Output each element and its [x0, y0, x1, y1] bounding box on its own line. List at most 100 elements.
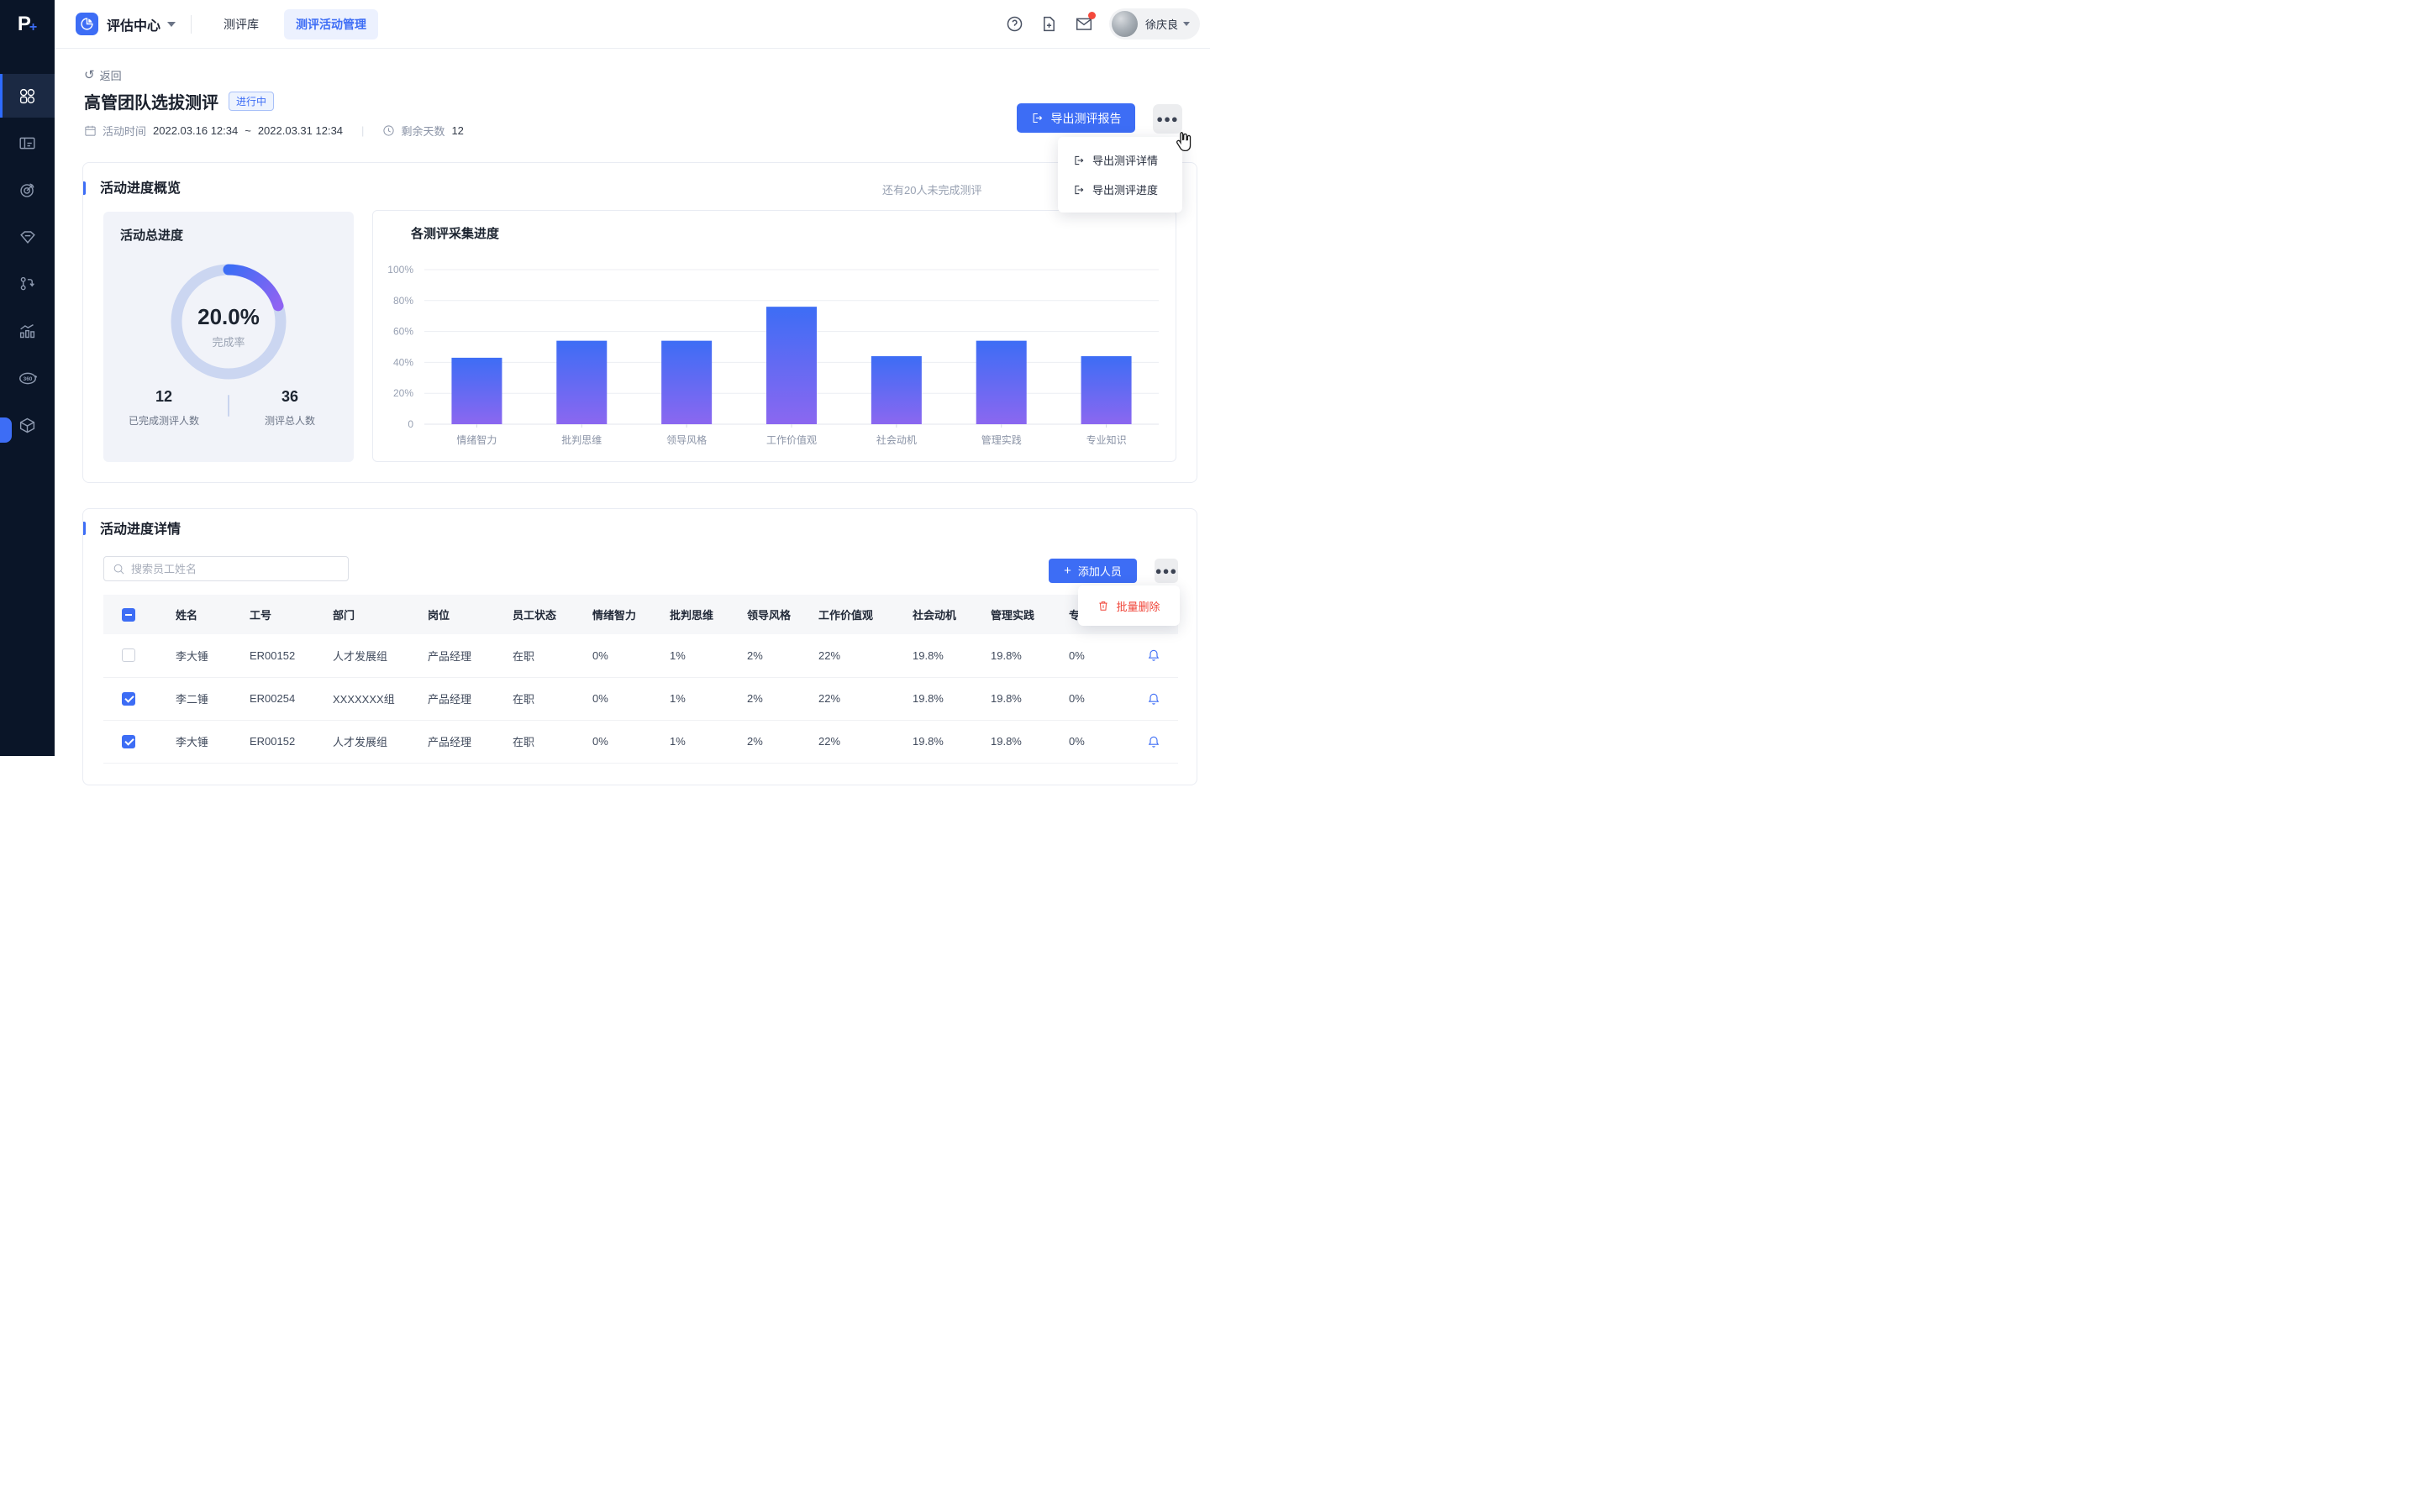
board-icon: [18, 134, 36, 152]
table-cell: 19.8%: [913, 720, 991, 763]
table-more-button[interactable]: ●●●: [1155, 559, 1178, 583]
user-name: 徐庆良: [1145, 16, 1178, 32]
avatar: [1112, 11, 1138, 37]
column-header: 社会动机: [913, 595, 991, 634]
user-menu[interactable]: 徐庆良: [1109, 8, 1200, 39]
svg-text:100%: 100%: [387, 264, 413, 276]
column-header: 姓名: [176, 595, 250, 634]
apps-icon: [18, 87, 36, 105]
batch-delete-menu-item[interactable]: 批量删除: [1097, 598, 1160, 614]
table-cell: 李大锤: [176, 634, 250, 677]
page-title: 高管团队选拔测评: [84, 89, 218, 113]
svg-text:0: 0: [408, 418, 413, 430]
row-checkbox[interactable]: [122, 648, 135, 662]
table-cell: 19.8%: [991, 634, 1069, 677]
sidebar-item-diamond[interactable]: [0, 215, 55, 259]
table-cell: 李二锤: [176, 677, 250, 720]
notify-bell-icon[interactable]: [1147, 735, 1178, 748]
svg-text:60%: 60%: [393, 326, 413, 338]
back-icon: ↺: [84, 69, 95, 81]
completed-count-label: 已完成测评人数: [105, 413, 223, 428]
column-header: 管理实践: [991, 595, 1069, 634]
sidebar-item-workflow[interactable]: [0, 262, 55, 306]
export-progress-menu-item[interactable]: 导出测评进度: [1058, 175, 1182, 204]
divider: [228, 395, 229, 417]
table-cell: 19.8%: [913, 677, 991, 720]
clock-icon: [382, 124, 395, 137]
table-header-row: 姓名工号部门岗位员工状态情绪智力批判思维领导风格工作价值观社会动机管理实践专业知…: [103, 595, 1178, 634]
search-input[interactable]: [131, 563, 339, 575]
table-cell: 0%: [1069, 634, 1147, 677]
assessment-center-icon[interactable]: [76, 13, 98, 35]
column-header: 岗位: [428, 595, 513, 634]
tab-activity-management[interactable]: 测评活动管理: [284, 9, 378, 39]
svg-text:360: 360: [23, 375, 32, 381]
export-report-button[interactable]: 导出测评报告: [1017, 103, 1135, 133]
row-checkbox[interactable]: [122, 692, 135, 706]
notify-bell-icon[interactable]: [1147, 692, 1178, 706]
column-header: 领导风格: [747, 595, 818, 634]
table-cell: 19.8%: [913, 634, 991, 677]
table-cell: 1%: [670, 677, 747, 720]
table-cell: 李大锤: [176, 720, 250, 763]
table-body: 李大锤ER00152人才发展组产品经理在职0%1%2%22%19.8%19.8%…: [103, 634, 1178, 763]
table-cell: 19.8%: [991, 677, 1069, 720]
help-icon[interactable]: [1006, 15, 1023, 33]
details-title: 活动进度详情: [100, 517, 181, 538]
more-actions-button[interactable]: ●●●: [1153, 104, 1182, 134]
table-cell: ER00152: [250, 634, 333, 677]
back-button[interactable]: ↺ 返回: [84, 67, 122, 83]
sidebar: P+ 360: [0, 0, 55, 756]
app-name: 评估中心: [107, 14, 160, 34]
svg-text:80%: 80%: [393, 295, 413, 307]
time-label: 活动时间: [103, 123, 146, 139]
file-add-icon[interactable]: [1040, 15, 1058, 33]
table-cell: 在职: [513, 634, 592, 677]
svg-text:专业知识: 专业知识: [1086, 433, 1127, 446]
table-cell: 0%: [592, 634, 670, 677]
completion-label: 完成率: [103, 333, 354, 349]
table-cell: 人才发展组: [333, 720, 428, 763]
trash-icon: [1097, 600, 1109, 612]
svg-text:管理实践: 管理实践: [981, 433, 1022, 446]
sidebar-item-target[interactable]: [0, 168, 55, 212]
back-label: 返回: [100, 67, 122, 83]
sidebar-item-apps[interactable]: [0, 74, 55, 118]
table-cell: 22%: [818, 634, 913, 677]
user-chevron-down-icon: [1183, 22, 1190, 26]
logo-plus: +: [29, 20, 37, 35]
chevron-down-icon[interactable]: [167, 22, 176, 27]
table-cell: 人才发展组: [333, 634, 428, 677]
table-cell: 22%: [818, 720, 913, 763]
app-logo[interactable]: P+: [0, 0, 55, 49]
export-details-menu-item[interactable]: 导出测评详情: [1058, 145, 1182, 175]
notification-dot: [1088, 12, 1096, 19]
plus-icon: +: [1064, 564, 1071, 578]
table-cell: 在职: [513, 720, 592, 763]
sidebar-item-360-review[interactable]: 360: [0, 356, 55, 400]
sidebar-item-board[interactable]: [0, 121, 55, 165]
stats-icon: [18, 323, 36, 340]
column-header: 工作价值观: [818, 595, 913, 634]
notify-bell-icon[interactable]: [1147, 648, 1178, 662]
sidebar-item-stats[interactable]: [0, 309, 55, 353]
row-checkbox[interactable]: [122, 735, 135, 748]
table-cell: 22%: [818, 677, 913, 720]
time-start: 2022.03.16 12:34: [153, 124, 238, 137]
svg-text:情绪智力: 情绪智力: [456, 433, 497, 446]
svg-text:批判思维: 批判思维: [561, 433, 602, 446]
completion-percent: 20.0%: [103, 304, 354, 330]
column-header: 工号: [250, 595, 333, 634]
completed-count: 12: [105, 388, 223, 406]
total-count-label: 测评总人数: [231, 413, 349, 428]
floating-handle[interactable]: [0, 417, 12, 443]
table-cell: 0%: [592, 720, 670, 763]
select-all-checkbox[interactable]: [122, 608, 135, 622]
add-person-button[interactable]: + 添加人员: [1049, 559, 1137, 583]
table-cell: 2%: [747, 720, 818, 763]
table-cell: 产品经理: [428, 677, 513, 720]
diamond-icon: [18, 228, 37, 246]
mail-icon[interactable]: [1075, 15, 1092, 33]
tab-assessment-library[interactable]: 测评库: [212, 9, 271, 39]
table-cell: ER00152: [250, 720, 333, 763]
